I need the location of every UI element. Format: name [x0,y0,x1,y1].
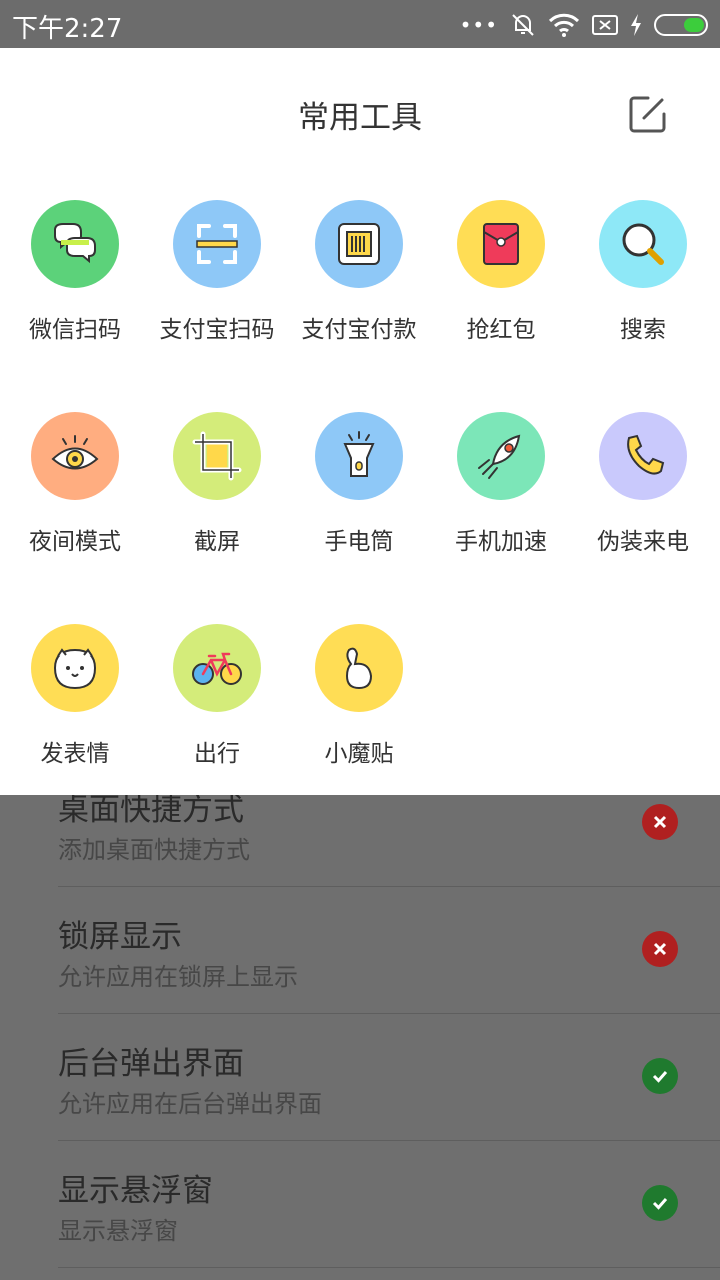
battery-icon [654,14,708,36]
edit-button[interactable] [626,92,670,136]
bicycle-icon [192,652,242,685]
wifi-icon [548,13,580,37]
search-icon [622,223,664,265]
tool-label: 手机加速 [455,529,547,555]
tools-sheet: 常用工具 微信扫码 支付宝扫码 支付宝付款 抢红包 搜索 夜间模式 截屏 手电筒… [0,48,720,795]
tool-label: 发表情 [40,741,110,767]
setting-title: 显示悬浮窗 [58,1173,213,1209]
tool-icon-bg [315,624,403,712]
bear-face-icon [53,648,97,690]
tool-icon-bg [599,412,687,500]
setting-row[interactable]: 后台弹出界面 允许应用在后台弹出界面 [58,1014,720,1141]
tool-phone-boost[interactable]: 手机加速 [430,412,572,572]
tool-search[interactable]: 搜索 [572,200,714,360]
tool-alipay-scan[interactable]: 支付宝扫码 [146,200,288,360]
tool-icon-bg [315,412,403,500]
tool-send-sticker[interactable]: 发表情 [4,624,146,784]
more-dots-icon: ••• [459,13,498,37]
eye-icon [51,435,99,470]
status-icons: ••• [460,10,708,40]
tool-icon-bg [173,624,261,712]
wechat-scan-icon [54,223,96,264]
setting-title: 后台弹出界面 [58,1046,244,1082]
tool-travel[interactable]: 出行 [146,624,288,784]
sticker-icon [345,647,373,690]
mute-bell-icon [512,14,534,36]
tool-icon-bg [599,200,687,288]
tool-label: 截屏 [194,529,240,555]
tool-alipay-pay[interactable]: 支付宝付款 [288,200,430,360]
tool-label: 小魔贴 [324,741,394,767]
alipay-scan-icon [196,224,238,264]
setting-desc: 添加桌面快捷方式 [58,836,250,864]
setting-row[interactable]: 锁屏显示 允许应用在锁屏上显示 [58,887,720,1014]
tool-label: 搜索 [620,317,666,343]
granted-check-icon [642,1185,678,1221]
settings-list: 桌面快捷方式 添加桌面快捷方式 锁屏显示 允许应用在锁屏上显示 后台弹出界面 允… [0,760,720,1280]
tool-icon-bg [173,200,261,288]
status-time: 下午2:27 [12,14,123,44]
tool-label: 微信扫码 [29,317,121,343]
charging-icon [631,14,641,36]
tool-icon-bg [31,624,119,712]
tool-label: 手电筒 [324,529,394,555]
tool-flashlight[interactable]: 手电筒 [288,412,430,572]
tool-night-mode[interactable]: 夜间模式 [4,412,146,572]
tool-label: 支付宝付款 [301,317,417,343]
crop-icon [192,431,242,481]
setting-desc: 显示悬浮窗 [58,1217,178,1245]
denied-icon [642,931,678,967]
setting-desc: 允许应用在后台弹出界面 [58,1090,322,1118]
edit-icon [629,96,666,133]
tool-label: 抢红包 [466,317,536,343]
tool-label: 伪装来电 [597,529,689,555]
tool-label: 出行 [194,741,240,767]
status-bar: 下午2:27 ••• [0,0,720,48]
red-packet-icon [483,223,519,265]
tool-magic-sticker[interactable]: 小魔贴 [288,624,430,784]
tool-screenshot[interactable]: 截屏 [146,412,288,572]
denied-icon [642,804,678,840]
tool-label: 夜间模式 [29,529,121,555]
rocket-icon [478,434,521,479]
tool-icon-bg [173,412,261,500]
granted-check-icon [642,1058,678,1094]
tool-fake-call[interactable]: 伪装来电 [572,412,714,572]
tool-icon-bg [31,412,119,500]
tool-icon-bg [457,412,545,500]
tool-wechat-scan[interactable]: 微信扫码 [4,200,146,360]
flashlight-icon [343,431,375,477]
tool-red-packet[interactable]: 抢红包 [430,200,572,360]
phone-icon [627,434,665,475]
tool-icon-bg [457,200,545,288]
tool-icon-bg [315,200,403,288]
setting-row[interactable]: 显示悬浮窗 显示悬浮窗 [58,1141,720,1268]
setting-title: 锁屏显示 [58,919,182,955]
sheet-title: 常用工具 [298,100,422,136]
tool-icon-bg [31,200,119,288]
tool-label: 支付宝扫码 [159,317,275,343]
setting-desc: 允许应用在锁屏上显示 [58,963,298,991]
alipay-pay-icon [338,223,380,265]
no-sim-icon [592,15,618,35]
